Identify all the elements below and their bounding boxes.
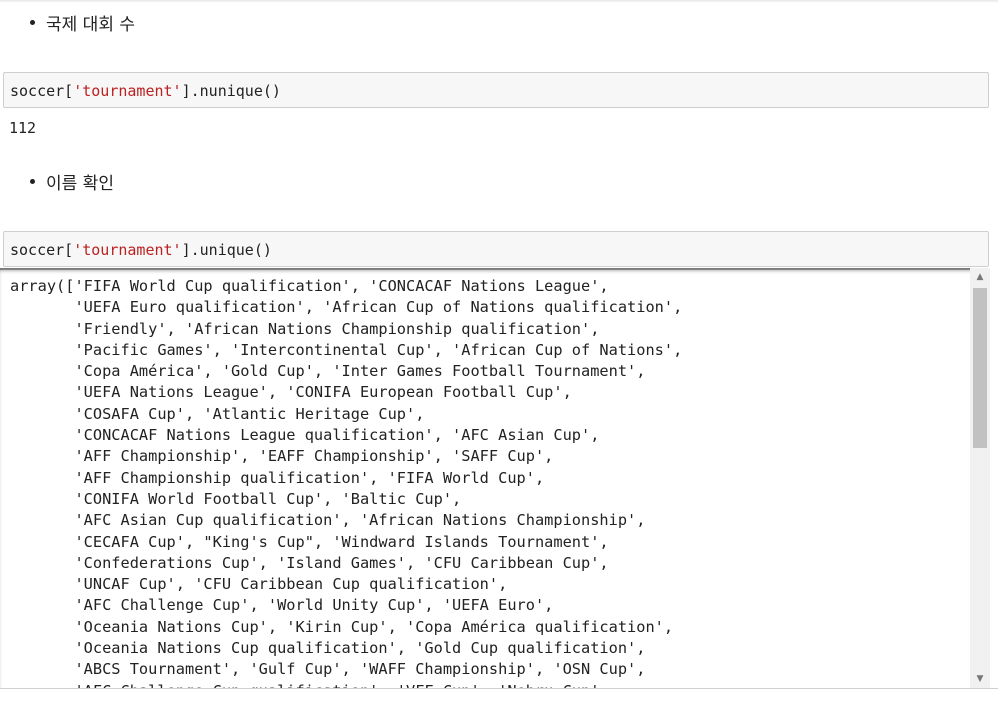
output-line: 'UEFA Euro qualification', 'African Cup … bbox=[74, 298, 683, 317]
output-line: 'Oceania Nations Cup qualification', 'Go… bbox=[74, 639, 646, 658]
code-string-literal: 'tournament' bbox=[73, 241, 182, 259]
code-suffix: ].unique() bbox=[181, 241, 272, 259]
output-line: 'CONCACAF Nations League qualification',… bbox=[74, 426, 600, 445]
markdown-bullet-name-check: 이름 확인 bbox=[30, 169, 114, 194]
output-line: 'AFF Championship qualification', 'FIFA … bbox=[74, 468, 545, 487]
bullet-dot bbox=[30, 20, 35, 25]
vertical-scrollbar[interactable]: ▲ ▼ bbox=[970, 268, 990, 688]
code-string-literal: 'tournament' bbox=[73, 82, 182, 100]
output-line: 'Confederations Cup', 'Island Games', 'C… bbox=[74, 553, 609, 572]
code-cell-nunique[interactable]: soccer['tournament'].nunique() bbox=[3, 72, 989, 108]
bullet-text: 국제 대회 수 bbox=[46, 15, 136, 35]
output-line: 'CONIFA World Football Cup', 'Baltic Cup… bbox=[74, 489, 462, 508]
output-line: 'Copa América', 'Gold Cup', 'Inter Games… bbox=[74, 362, 646, 381]
bottom-divider bbox=[0, 688, 998, 689]
output-line: 'AFC Asian Cup qualification', 'African … bbox=[74, 511, 646, 530]
scrollbar-thumb[interactable] bbox=[973, 288, 987, 448]
markdown-bullet-tournament-count: 국제 대회 수 bbox=[30, 10, 135, 35]
code-prefix: soccer[ bbox=[10, 241, 74, 259]
output-line: 'Pacific Games', 'Intercontinental Cup',… bbox=[74, 340, 683, 359]
output-line: 'COSAFA Cup', 'Atlantic Heritage Cup', bbox=[74, 404, 425, 423]
bullet-dot bbox=[30, 179, 35, 184]
bullet-text: 이름 확인 bbox=[46, 174, 114, 194]
output-line: 'AFF Championship', 'EAFF Championship',… bbox=[74, 447, 554, 466]
top-shade bbox=[0, 0, 998, 3]
output-unique-array: array(['FIFA World Cup qualification', '… bbox=[10, 276, 682, 688]
output-line: array(['FIFA World Cup qualification', '… bbox=[10, 277, 609, 295]
output-line: 'Oceania Nations Cup', 'Kirin Cup', 'Cop… bbox=[74, 617, 674, 636]
code-prefix: soccer[ bbox=[10, 82, 74, 100]
output-line: 'UEFA Nations League', 'CONIFA European … bbox=[74, 383, 572, 402]
output-nunique: 112 bbox=[9, 119, 37, 137]
code-suffix: ].nunique() bbox=[181, 82, 281, 100]
output-line: 'AFC Challenge Cup', 'World Unity Cup', … bbox=[74, 596, 554, 615]
scroll-down-arrow-icon[interactable]: ▼ bbox=[970, 670, 990, 688]
output-line: 'ABCS Tournament', 'Gulf Cup', 'WAFF Cha… bbox=[74, 660, 646, 679]
output-unique-scroll-area[interactable]: array(['FIFA World Cup qualification', '… bbox=[0, 268, 990, 688]
scroll-up-arrow-icon[interactable]: ▲ bbox=[970, 268, 990, 286]
output-line: 'CECAFA Cup', "King's Cup", 'Windward Is… bbox=[74, 532, 609, 551]
output-line: 'UNCAF Cup', 'CFU Caribbean Cup qualific… bbox=[74, 575, 508, 594]
code-cell-unique[interactable]: soccer['tournament'].unique() bbox=[3, 231, 989, 267]
output-line: 'Friendly', 'African Nations Championshi… bbox=[74, 319, 600, 338]
scroll-shadow bbox=[0, 268, 990, 270]
